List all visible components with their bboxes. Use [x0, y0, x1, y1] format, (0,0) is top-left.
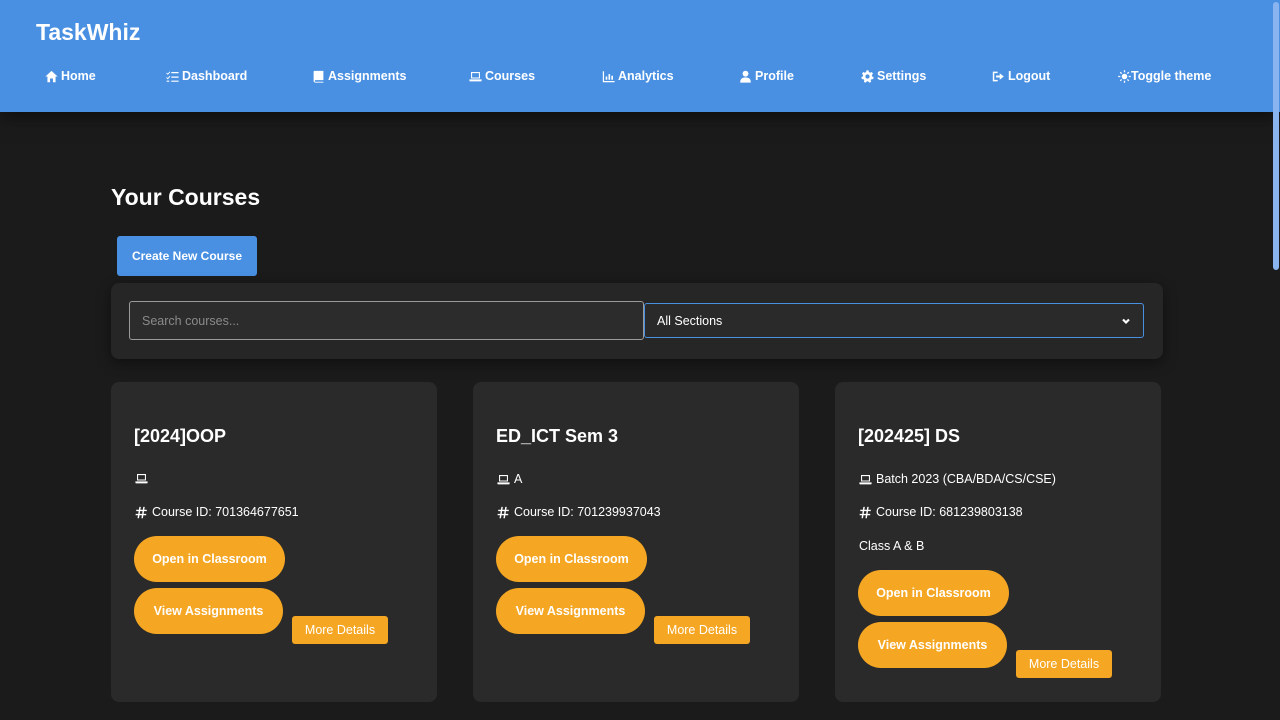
- nav-home-label: Home: [61, 69, 96, 83]
- open-in-classroom-button[interactable]: Open in Classroom: [858, 570, 1009, 616]
- chevron-down-icon: [1122, 318, 1130, 324]
- view-assignments-button[interactable]: View Assignments: [496, 588, 645, 634]
- nav-dashboard[interactable]: Dashboard: [166, 69, 247, 83]
- course-section-text: Batch 2023 (CBA/BDA/CS/CSE): [876, 472, 1056, 486]
- course-id: Course ID: 701364677651: [135, 505, 299, 519]
- logout-icon: [992, 71, 1004, 81]
- course-id-text: Course ID: 701239937043: [514, 505, 661, 519]
- hashtag-icon: [859, 506, 871, 518]
- nav-courses[interactable]: Courses: [469, 69, 535, 83]
- nav-settings[interactable]: Settings: [861, 69, 926, 83]
- create-course-button[interactable]: Create New Course: [117, 236, 257, 276]
- view-assignments-button[interactable]: View Assignments: [858, 622, 1007, 668]
- nav-analytics-label: Analytics: [618, 69, 674, 83]
- nav-dashboard-label: Dashboard: [182, 69, 248, 83]
- course-id: Course ID: 681239803138: [859, 505, 1023, 519]
- list-check-icon: [166, 70, 179, 82]
- user-icon: [740, 70, 751, 83]
- course-id: Course ID: 701239937043: [497, 505, 661, 519]
- laptop-icon: [135, 474, 148, 484]
- nav-courses-label: Courses: [485, 69, 536, 83]
- course-note: Class A & B: [859, 539, 925, 553]
- nav-profile[interactable]: Profile: [739, 69, 794, 83]
- course-section: Batch 2023 (CBA/BDA/CS/CSE): [859, 472, 1056, 486]
- nav-logout[interactable]: Logout: [992, 69, 1050, 83]
- open-in-classroom-button[interactable]: Open in Classroom: [496, 536, 647, 582]
- top-navbar: TaskWhiz Home Dashboard Assignments Cour…: [0, 0, 1280, 112]
- section-select[interactable]: All Sections: [644, 303, 1144, 338]
- course-card: [202425] DS Batch 2023 (CBA/BDA/CS/CSE) …: [835, 382, 1161, 702]
- app-logo-title[interactable]: TaskWhiz: [36, 19, 140, 46]
- nav-home[interactable]: Home: [45, 69, 96, 83]
- course-title: [2024]OOP: [134, 426, 227, 446]
- book-icon: [313, 70, 324, 83]
- section-select-value: All Sections: [657, 313, 723, 328]
- laptop-icon: [469, 71, 482, 81]
- scrollbar-thumb[interactable]: [1273, 2, 1279, 270]
- course-card: ED_ICT Sem 3 A Course ID: 701239937043 O…: [473, 382, 799, 702]
- nav-assignments[interactable]: Assignments: [312, 69, 407, 83]
- course-section: [135, 472, 152, 485]
- course-title: [202425] DS: [858, 426, 961, 446]
- course-section: A: [497, 472, 522, 486]
- search-input[interactable]: [129, 301, 644, 340]
- nav-analytics[interactable]: Analytics: [602, 69, 674, 83]
- course-card: [2024]OOP Course ID: 701364677651 Open i…: [111, 382, 437, 702]
- nav-toggle-theme[interactable]: Toggle theme: [1118, 69, 1211, 83]
- hashtag-icon: [135, 506, 147, 518]
- more-details-button[interactable]: More Details: [292, 616, 388, 644]
- sun-icon: [1118, 69, 1131, 83]
- chart-bar-icon: [602, 70, 615, 82]
- nav-assignments-label: Assignments: [328, 69, 407, 83]
- more-details-button[interactable]: More Details: [1016, 650, 1112, 678]
- nav-settings-label: Settings: [877, 69, 927, 83]
- laptop-icon: [497, 474, 510, 484]
- course-id-text: Course ID: 701364677651: [152, 505, 299, 519]
- course-title: ED_ICT Sem 3: [496, 426, 619, 446]
- course-id-text: Course ID: 681239803138: [876, 505, 1023, 519]
- laptop-icon: [859, 474, 872, 484]
- filter-panel: All Sections: [111, 283, 1163, 359]
- nav-logout-label: Logout: [1008, 69, 1051, 83]
- view-assignments-button[interactable]: View Assignments: [134, 588, 283, 634]
- nav-profile-label: Profile: [755, 69, 794, 83]
- more-details-button[interactable]: More Details: [654, 616, 750, 644]
- page-scrollbar[interactable]: [1272, 0, 1280, 720]
- open-in-classroom-button[interactable]: Open in Classroom: [134, 536, 285, 582]
- gear-icon: [861, 69, 874, 83]
- home-icon: [45, 70, 58, 82]
- page-title: Your Courses: [111, 184, 261, 210]
- hashtag-icon: [497, 506, 509, 518]
- course-section-text: A: [514, 472, 523, 486]
- nav-toggle-theme-label: Toggle theme: [1131, 69, 1212, 83]
